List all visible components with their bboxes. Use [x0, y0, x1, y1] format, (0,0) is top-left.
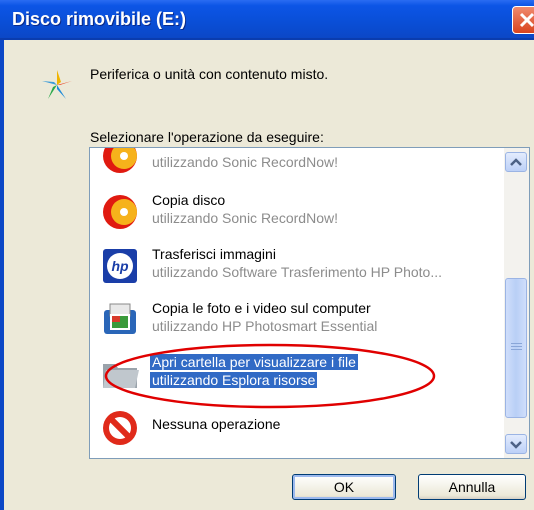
scroll-thumb[interactable] [505, 278, 527, 418]
item-title: Copia le foto e i video sul computer [152, 300, 371, 316]
dialog-window: Disco rimovibile (E:) Periferica o unità… [0, 0, 534, 510]
item-subtitle: utilizzando Sonic RecordNow! [152, 210, 338, 226]
window-title: Disco rimovibile (E:) [12, 9, 187, 29]
scroll-down-button[interactable] [505, 434, 527, 454]
ok-button[interactable]: OK [292, 474, 396, 500]
no-entry-icon [103, 411, 137, 445]
item-title: Nessuna operazione [152, 416, 281, 432]
grip-icon [511, 343, 522, 353]
list-item-copy-disc[interactable]: Copia disco utilizzando Sonic RecordNow! [94, 190, 504, 234]
list-item-open-folder[interactable]: Apri cartella per visualizzare i file ut… [94, 352, 504, 396]
autoplay-star-icon [42, 70, 72, 99]
vertical-scrollbar[interactable] [504, 148, 529, 458]
window-frame [0, 40, 4, 510]
cd-burn-icon [103, 195, 137, 229]
item-title: Apri cartella per visualizzare i file [150, 354, 358, 370]
chevron-up-icon [510, 158, 522, 166]
title-bar[interactable]: Disco rimovibile (E:) [0, 0, 534, 40]
item-subtitle: utilizzando Software Trasferimento HP Ph… [152, 264, 442, 280]
scroll-up-button[interactable] [505, 152, 527, 172]
photo-printer-icon [104, 303, 136, 334]
list-item-record[interactable]: utilizzando Sonic RecordNow! [94, 148, 504, 178]
hp-logo-icon: hp [103, 249, 137, 283]
close-button[interactable] [512, 6, 534, 34]
folder-icon [103, 364, 139, 388]
item-subtitle: utilizzando Esplora risorse [150, 372, 318, 388]
action-prompt: Selezionare l'operazione da eseguire: [90, 129, 324, 145]
list-item-copy-photos[interactable]: Copia le foto e i video sul computer uti… [94, 298, 504, 342]
item-subtitle: utilizzando HP Photosmart Essential [152, 318, 378, 334]
item-title: Copia disco [152, 192, 226, 208]
chevron-down-icon [510, 441, 522, 449]
list-item-no-action[interactable]: Nessuna operazione [94, 406, 504, 450]
cancel-button[interactable]: Annulla [418, 474, 526, 500]
action-listbox[interactable]: utilizzando Sonic RecordNow! Copia disco… [89, 147, 530, 459]
item-title: Trasferisci immagini [152, 246, 276, 262]
cd-burn-icon [103, 148, 137, 173]
item-subtitle: utilizzando Sonic RecordNow! [152, 154, 338, 170]
svg-text:hp: hp [111, 258, 129, 274]
list-item-transfer-images[interactable]: hp Trasferisci immagini utilizzando Soft… [94, 244, 504, 288]
close-icon [519, 12, 534, 28]
device-description: Periferica o unità con contenuto misto. [90, 66, 329, 82]
